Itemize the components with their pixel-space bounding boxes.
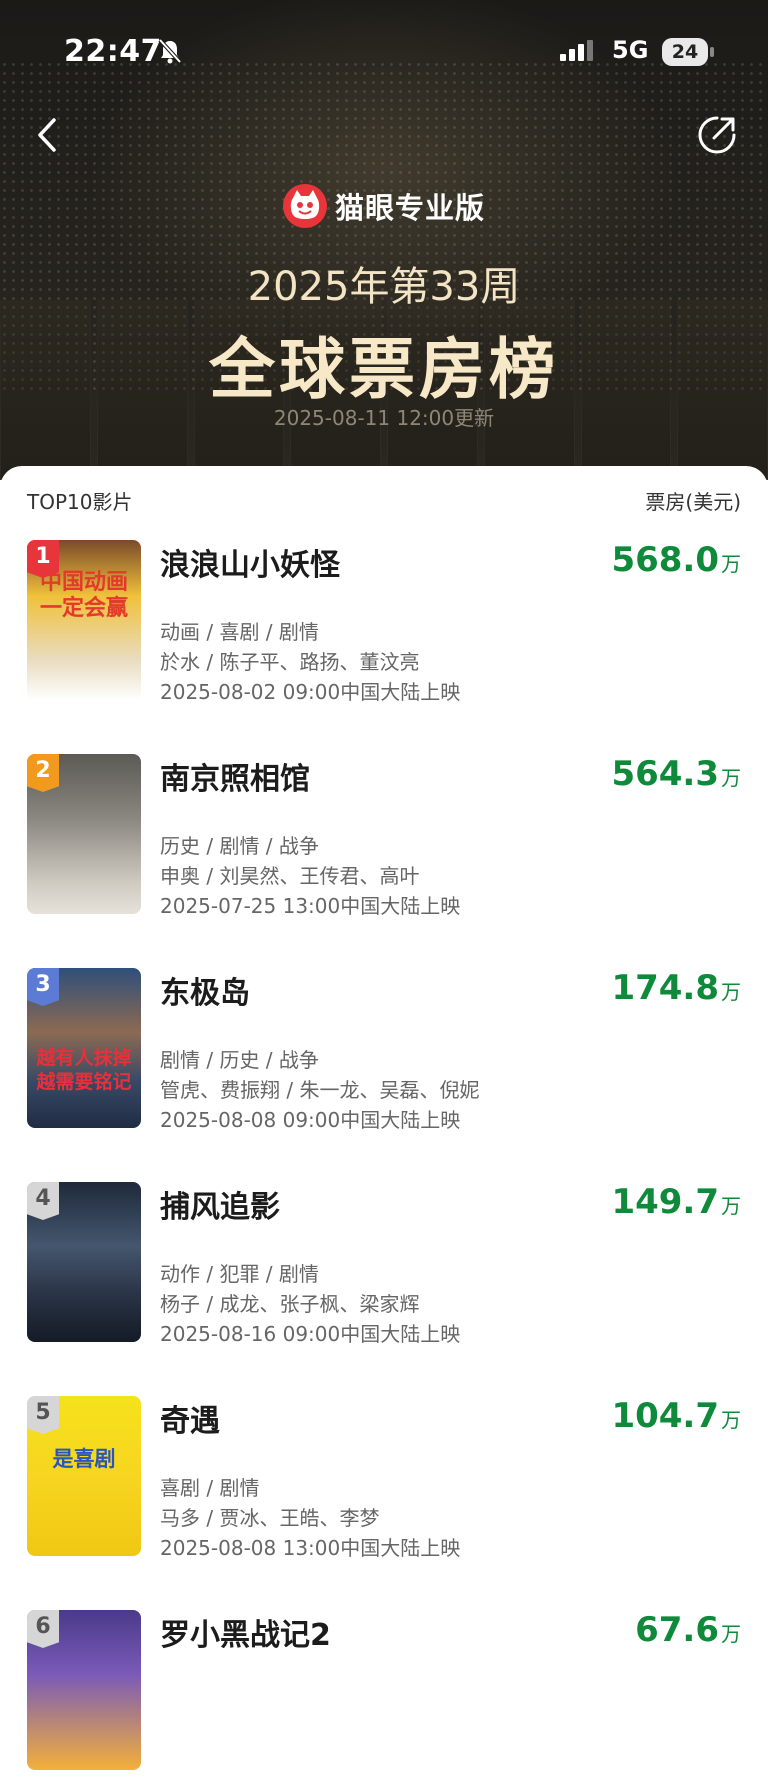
movie-title: 浪浪山小妖怪: [160, 548, 340, 583]
movie-people: 杨子 / 成龙、张子枫、梁家辉: [160, 1292, 420, 1316]
cat-logo-icon: [282, 184, 327, 228]
update-time: 2025-08-11 12:00更新: [273, 406, 495, 430]
movie-release: 2025-08-08 13:00中国大陆上映: [160, 1536, 461, 1560]
rank-badge: 6: [27, 1610, 59, 1648]
box-office-value: 67.6: [635, 1610, 719, 1650]
brand: 猫眼专业版: [0, 184, 768, 228]
movie-title: 南京照相馆: [160, 762, 310, 797]
rank-badge: 4: [27, 1182, 59, 1220]
movie-release: 2025-08-16 09:00中国大陆上映: [160, 1322, 461, 1346]
box-office-value: 568.0: [611, 540, 719, 580]
rank-badge: 5: [27, 1396, 59, 1434]
movie-release: 2025-08-02 09:00中国大陆上映: [160, 680, 461, 704]
movie-people: 马多 / 贾冰、王皓、李梦: [160, 1506, 380, 1530]
movie-poster[interactable]: 2: [27, 754, 141, 914]
movie-release: 2025-07-25 13:00中国大陆上映: [160, 894, 461, 918]
box-office: 67.6 万: [635, 1610, 741, 1650]
list-header: TOP10影片 票房(美元): [27, 486, 741, 516]
movie-row[interactable]: 4 捕风追影 149.7 万 动作 / 犯罪 / 剧情 杨子 / 成龙、张子枫、梁…: [27, 1182, 741, 1352]
box-office-unit: 万: [721, 1622, 741, 1646]
battery-indicator: 24: [662, 38, 716, 66]
movie-title: 奇遇: [160, 1404, 220, 1439]
movie-title: 罗小黑战记2: [160, 1618, 331, 1653]
week-label: 2025年第33周: [247, 264, 521, 310]
signal-icon: [560, 40, 593, 61]
box-office: 104.7 万: [611, 1396, 741, 1436]
ranking-panel: TOP10影片 票房(美元) 中国动画一定会赢 1 浪浪山小妖怪 568.0 万 …: [0, 466, 768, 1770]
movie-poster[interactable]: 6: [27, 1610, 141, 1770]
rank-badge: 1: [27, 540, 59, 578]
box-office-value: 174.8: [611, 968, 719, 1008]
box-office-unit: 万: [721, 766, 741, 790]
movie-people: 申奥 / 刘昊然、王传君、高叶: [160, 864, 420, 888]
box-office: 149.7 万: [611, 1182, 741, 1222]
movie-poster[interactable]: 是喜剧 5: [27, 1396, 141, 1556]
movie-genres: 历史 / 剧情 / 战争: [160, 834, 319, 858]
poster-slogan: 是喜剧: [52, 1447, 116, 1471]
box-office-value: 564.3: [611, 754, 719, 794]
movie-genres: 动作 / 犯罪 / 剧情: [160, 1262, 319, 1286]
movie-row[interactable]: 2 南京照相馆 564.3 万 历史 / 剧情 / 战争 申奥 / 刘昊然、王传君…: [27, 754, 741, 924]
movie-people: 管虎、费振翔 / 朱一龙、吴磊、倪妮: [160, 1078, 480, 1102]
movie-genres: 喜剧 / 剧情: [160, 1476, 260, 1500]
status-time: 22:47: [64, 34, 162, 69]
box-office-unit: 万: [721, 1194, 741, 1218]
movie-poster[interactable]: 中国动画一定会赢 1: [27, 540, 141, 700]
movie-genres: 剧情 / 历史 / 战争: [160, 1048, 319, 1072]
poster-slogan: 中国动画一定会赢: [39, 570, 128, 621]
network-type: 5G: [612, 36, 649, 64]
box-office-unit: 万: [721, 980, 741, 1004]
movie-title: 东极岛: [160, 976, 250, 1011]
movie-row[interactable]: 越有人抹掉越需要铭记 3 东极岛 174.8 万 剧情 / 历史 / 战争 管虎、…: [27, 968, 741, 1138]
movie-genres: 动画 / 喜剧 / 剧情: [160, 620, 319, 644]
movie-people: 於水 / 陈子平、路扬、董汶亮: [160, 650, 420, 674]
box-office: 568.0 万: [611, 540, 741, 580]
status-bar: 22:47 5G 24: [0, 0, 768, 100]
brand-name: 猫眼专业版: [334, 191, 485, 225]
battery-level: 24: [662, 38, 708, 66]
rank-badge: 3: [27, 968, 59, 1006]
back-button[interactable]: [30, 112, 70, 158]
box-office-value: 149.7: [611, 1182, 719, 1222]
movie-row[interactable]: 6 罗小黑战记2 67.6 万: [27, 1610, 741, 1780]
list-header-right: 票房(美元): [645, 490, 741, 514]
rank-badge: 2: [27, 754, 59, 792]
movie-poster[interactable]: 4: [27, 1182, 141, 1342]
page-title: 全球票房榜: [209, 331, 559, 408]
movie-title: 捕风追影: [160, 1190, 280, 1225]
box-office-value: 104.7: [611, 1396, 719, 1436]
list-header-left: TOP10影片: [27, 490, 133, 514]
movie-release: 2025-08-08 09:00中国大陆上映: [160, 1108, 461, 1132]
movie-row[interactable]: 中国动画一定会赢 1 浪浪山小妖怪 568.0 万 动画 / 喜剧 / 剧情 於水…: [27, 540, 741, 710]
box-office: 174.8 万: [611, 968, 741, 1008]
bell-off-icon: [158, 38, 182, 64]
movie-poster[interactable]: 越有人抹掉越需要铭记 3: [27, 968, 141, 1128]
box-office-unit: 万: [721, 552, 741, 576]
box-office-unit: 万: [721, 1408, 741, 1432]
hero-banner: 22:47 5G 24 猫眼专业版 2025年第33周 全球票房榜 2025-0…: [0, 0, 768, 480]
share-button[interactable]: [695, 113, 739, 157]
box-office: 564.3 万: [611, 754, 741, 794]
movie-row[interactable]: 是喜剧 5 奇遇 104.7 万 喜剧 / 剧情 马多 / 贾冰、王皓、李梦 20…: [27, 1396, 741, 1566]
poster-slogan: 越有人抹掉越需要铭记: [36, 1047, 132, 1093]
